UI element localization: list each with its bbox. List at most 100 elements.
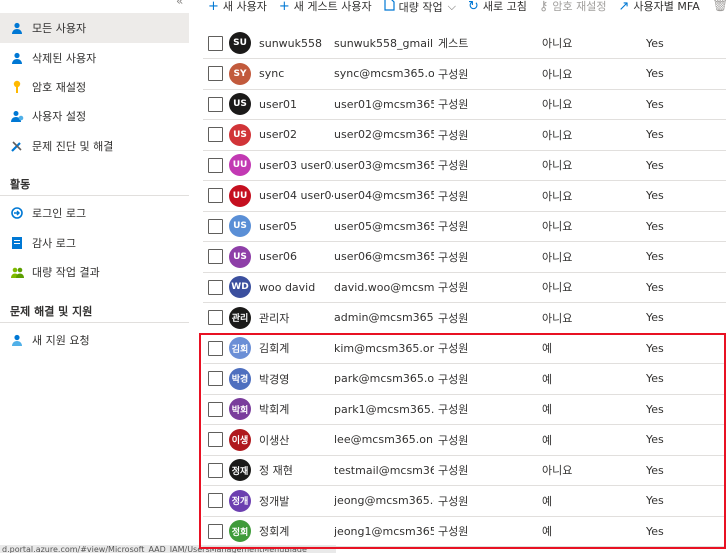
row-checkbox[interactable]: [208, 127, 223, 142]
delete-user-button[interactable]: 🗑: [712, 0, 726, 13]
bulk-operations-button[interactable]: 대량 작업 ⌵: [384, 0, 456, 15]
collapse-sidebar-icon[interactable]: «: [176, 0, 183, 8]
table-row[interactable]: 관리 관리자admin@mcsm365.on... 구성원 아니요 Yes: [203, 303, 726, 334]
table-row[interactable]: 박회 박회계park1@mcsm365.on... 구성원 예 Yes: [203, 394, 726, 425]
audit-log-icon: [10, 236, 24, 250]
mfa-status: Yes: [646, 36, 664, 50]
user-name-link[interactable]: user03 user03: [259, 159, 333, 172]
refresh-button[interactable]: ↻ 새로 고침: [468, 0, 527, 14]
row-checkbox[interactable]: [208, 493, 223, 508]
row-checkbox[interactable]: [208, 66, 223, 81]
user-name-link[interactable]: user05: [259, 220, 333, 233]
user-principal-name: user02@mcsm365.o...: [334, 128, 434, 141]
user-principal-name: admin@mcsm365.on...: [334, 311, 434, 324]
avatar: SY: [229, 62, 251, 85]
table-row[interactable]: SU sunwuk558sunwuk558_gmail.co... 게스트 아니요 Ye…: [203, 28, 726, 59]
row-checkbox[interactable]: [208, 188, 223, 203]
trash-icon: 🗑: [711, 0, 726, 13]
row-checkbox[interactable]: [208, 340, 223, 356]
support-request-icon: [10, 333, 24, 347]
sidebar-item-label: 사용자 설정: [32, 110, 87, 123]
user-type: 구성원: [438, 525, 469, 538]
user-name-link[interactable]: woo david: [259, 281, 333, 294]
mfa-status: Yes: [646, 189, 664, 202]
row-checkbox[interactable]: [208, 249, 223, 264]
user-type: 구성원: [438, 67, 469, 81]
table-row[interactable]: 이생 이생산lee@mcsm365.onmic... 구성원 예 Yes: [203, 425, 726, 456]
per-user-mfa-button[interactable]: ↗ 사용자별 MFA: [619, 0, 700, 14]
sidebar-item-new-support-request[interactable]: 새 지원 요청: [0, 325, 189, 355]
new-guest-user-button[interactable]: + 새 게스트 사용자: [279, 0, 372, 14]
user-name-link[interactable]: user04 user04: [259, 189, 333, 202]
table-row[interactable]: US user01user01@mcsm365.o... 구성원 아니요 Yes: [203, 89, 726, 120]
new-user-label: 새 사용자: [222, 0, 267, 13]
mfa-status: Yes: [646, 372, 664, 385]
sidebar-item-audit-logs[interactable]: 감사 로그: [0, 228, 189, 258]
user-principal-name: lee@mcsm365.onmic...: [334, 433, 434, 446]
sidebar-item-label: 감사 로그: [32, 237, 76, 250]
row-checkbox[interactable]: [208, 35, 223, 51]
row-checkbox[interactable]: [208, 371, 223, 386]
row-checkbox[interactable]: [208, 157, 223, 173]
user-name-link[interactable]: 정회계: [259, 523, 333, 539]
table-row[interactable]: US user02user02@mcsm365.o... 구성원 아니요 Yes: [203, 120, 726, 151]
row-checkbox[interactable]: [208, 523, 223, 539]
row-checkbox[interactable]: [208, 96, 223, 112]
user-name-link[interactable]: user02: [259, 128, 333, 141]
row-checkbox[interactable]: [208, 401, 223, 417]
user-name-link[interactable]: 이생산: [259, 432, 333, 448]
table-row[interactable]: 김회 김회계kim@mcsm365.onmi... 구성원 예 Yes: [203, 333, 726, 364]
row-checkbox[interactable]: [208, 310, 223, 325]
sidebar-item-bulk-results[interactable]: 대량 작업 결과: [0, 257, 189, 287]
table-row[interactable]: US user05user05@mcsm365.o... 구성원 아니요 Yes: [203, 211, 726, 242]
external-link-icon: ↗: [618, 0, 630, 14]
new-user-button[interactable]: + 새 사용자: [208, 0, 267, 14]
user-name-link[interactable]: sunwuk558: [259, 37, 333, 50]
directory-synced: 아니요: [542, 159, 573, 172]
table-row[interactable]: UU user04 user04user04@mcsm365.o... 구성원 아니요…: [203, 181, 726, 212]
avatar: 박회: [229, 398, 251, 420]
table-row[interactable]: WD woo daviddavid.woo@mcsm36... 구성원 아니요 Yes: [203, 272, 726, 303]
row-checkbox[interactable]: [208, 218, 223, 234]
sidebar-item-user-settings[interactable]: 사용자 설정: [0, 101, 189, 131]
table-row[interactable]: SY syncsync@mcsm365.onm... 구성원 아니요 Yes: [203, 59, 726, 90]
directory-synced: 아니요: [542, 311, 573, 325]
user-name-link[interactable]: 김회계: [259, 340, 333, 356]
avatar: WD: [229, 276, 251, 298]
sidebar-item-label: 모든 사용자: [32, 22, 87, 35]
sidebar-item-troubleshoot[interactable]: 문제 진단 및 해결: [0, 131, 189, 161]
avatar: UU: [229, 184, 251, 207]
user-name-link[interactable]: 박경영: [259, 371, 333, 387]
directory-synced: 아니요: [542, 67, 573, 81]
user-name-link[interactable]: user06: [259, 250, 333, 263]
user-name-link[interactable]: 정개발: [259, 493, 333, 509]
avatar: 관리: [229, 306, 251, 329]
avatar: 이생: [229, 428, 251, 451]
user-name-link[interactable]: user01: [259, 98, 333, 111]
table-row[interactable]: 박경 박경영park@mcsm365.onm... 구성원 예 Yes: [203, 364, 726, 395]
user-type: 구성원: [438, 372, 469, 386]
user-name-link[interactable]: sync: [259, 67, 333, 80]
key-icon: ⚷: [538, 0, 549, 14]
sidebar-item-label: 문제 진단 및 해결: [32, 140, 114, 153]
row-checkbox[interactable]: [208, 462, 223, 478]
user-type: 구성원: [438, 494, 469, 508]
section-title-activity: 활동: [10, 178, 31, 191]
table-row[interactable]: 정개 정개발jeong@mcsm365.on... 구성원 예 Yes: [203, 486, 726, 517]
row-checkbox[interactable]: [208, 432, 223, 447]
sidebar-item-signin-logs[interactable]: 로그인 로그: [0, 198, 189, 228]
table-row[interactable]: US user06user06@mcsm365.o... 구성원 아니요 Yes: [203, 242, 726, 273]
table-row[interactable]: UU user03 user03user03@mcsm365.o... 구성원 아니요…: [203, 150, 726, 181]
user-name-link[interactable]: 박회계: [259, 401, 333, 417]
user-name-link[interactable]: 관리자: [259, 310, 333, 326]
new-guest-label: 새 게스트 사용자: [293, 0, 372, 13]
sidebar-item-deleted-users[interactable]: 삭제된 사용자: [0, 43, 189, 73]
user-settings-icon: [10, 109, 24, 123]
row-checkbox[interactable]: [208, 279, 223, 295]
sidebar-item-all-users[interactable]: 모든 사용자: [0, 13, 189, 43]
table-row[interactable]: 정회 정회계jeong1@mcsm365.o... 구성원 예 Yes: [203, 516, 726, 547]
user-name-link[interactable]: 정 재현: [259, 462, 333, 478]
sidebar-item-password-reset[interactable]: 암호 재설정: [0, 72, 189, 102]
reset-password-button[interactable]: ⚷ 암호 재설정: [539, 0, 607, 14]
table-row[interactable]: 정재 정 재현testmail@mcsm365.... 구성원 아니요 Yes: [203, 455, 726, 486]
